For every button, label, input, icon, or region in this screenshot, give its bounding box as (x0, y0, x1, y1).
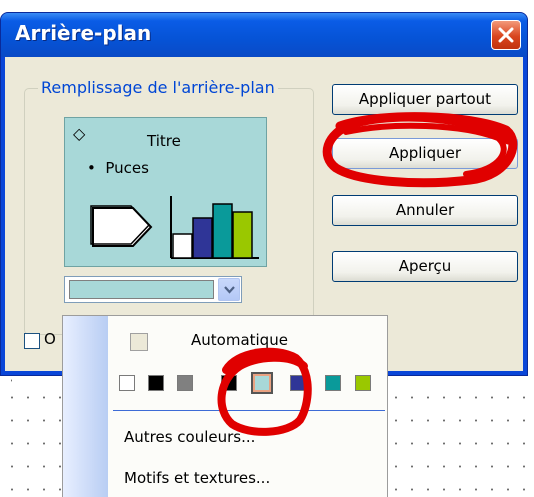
preview-bullet-text: Puces (105, 159, 149, 177)
fill-group-legend: Remplissage de l'arrière-plan (38, 78, 278, 97)
cancel-button[interactable]: Annuler (332, 195, 518, 226)
preview-title: Titre (147, 132, 181, 150)
apply-all-label: Appliquer partout (358, 90, 492, 108)
swatch-dark-blue[interactable] (290, 375, 306, 391)
menu-separator (113, 410, 385, 411)
fill-color-dropdown[interactable] (64, 276, 242, 303)
swatch-gray[interactable] (177, 375, 193, 391)
automatic-option[interactable]: Automatique (191, 331, 288, 349)
swatch-white[interactable] (119, 375, 135, 391)
swatch-green[interactable] (355, 375, 371, 391)
close-icon (498, 27, 514, 43)
preview-label: Aperçu (398, 257, 452, 275)
automatic-color-swatch[interactable] (130, 333, 148, 351)
current-color-swatch (69, 280, 214, 299)
dropdown-button[interactable] (218, 278, 240, 301)
window-title: Arrière-plan (15, 21, 152, 45)
color-popup-menu: Automatique Autres couleurs... Motifs et… (62, 315, 388, 497)
title-bar[interactable]: Arrière-plan (1, 13, 527, 57)
arrow-shape-icon (90, 205, 153, 247)
more-colors-option[interactable]: Autres couleurs... (124, 428, 255, 446)
bar-chart-icon (170, 196, 259, 259)
preview-bullet: • Puces (87, 159, 149, 177)
diamond-bullet-icon: ◇ (73, 124, 86, 143)
menu-side-strip (63, 316, 108, 497)
apply-all-button[interactable]: Appliquer partout (332, 84, 518, 115)
apply-button[interactable]: Appliquer (332, 138, 518, 169)
swatch-black-2[interactable] (221, 375, 237, 391)
slide-preview: ◇ Titre • Puces (64, 117, 267, 267)
preview-button[interactable]: Aperçu (332, 251, 518, 282)
swatch-black[interactable] (148, 375, 164, 391)
patterns-option[interactable]: Motifs et textures... (124, 469, 270, 487)
cancel-label: Annuler (395, 201, 455, 219)
selected-swatch-fill (255, 376, 269, 390)
checkbox-label: O (44, 330, 56, 348)
omit-graphics-checkbox[interactable] (24, 333, 40, 349)
swatch-selected-light-teal[interactable] (251, 372, 273, 394)
apply-label: Appliquer (388, 144, 462, 162)
close-button[interactable] (491, 20, 521, 50)
chevron-down-icon (224, 286, 235, 294)
swatch-teal[interactable] (325, 375, 341, 391)
